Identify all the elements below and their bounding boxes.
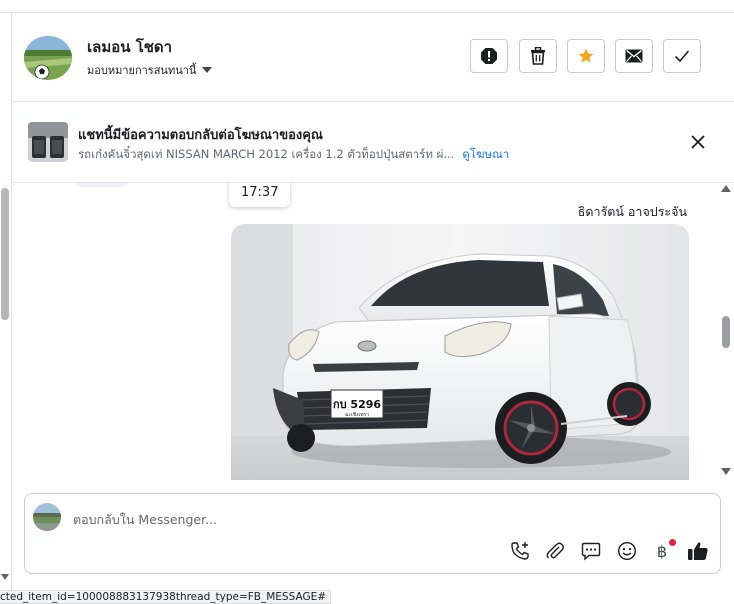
thread-scrollbar-thumb[interactable] — [722, 316, 730, 348]
conversation-header: เลมอน โชดา มอบหมายการสนทนานี้ — [12, 13, 734, 102]
view-ad-link[interactable]: ดูโฆษณา — [462, 147, 509, 161]
scroll-up-arrow-icon[interactable] — [721, 185, 731, 192]
saved-replies-icon — [581, 542, 601, 561]
close-banner-button[interactable] — [688, 132, 708, 152]
star-icon — [578, 48, 594, 63]
attach-button[interactable] — [544, 540, 566, 562]
close-icon — [691, 135, 705, 149]
message-thread[interactable]: 17:37 ธิดารัตน์ อาจประจัน กบ 5296 ฉะเชิง… — [12, 183, 722, 480]
email-button[interactable] — [615, 39, 653, 73]
left-scrollbar-thumb[interactable] — [1, 188, 9, 320]
assign-label: มอบหมายการสนทนานี้ — [87, 64, 197, 77]
saved-replies-button[interactable] — [580, 540, 602, 562]
email-icon — [625, 49, 643, 63]
attach-icon — [546, 542, 564, 559]
payment-button[interactable]: ฿ — [651, 539, 676, 562]
like-button[interactable] — [687, 540, 709, 562]
call-add-button[interactable] — [509, 540, 531, 562]
page-avatar — [33, 503, 61, 531]
reply-composer: ฿ — [24, 493, 721, 574]
mark-spam-button[interactable] — [470, 39, 508, 73]
notification-dot — [669, 539, 676, 546]
ad-thumbnail — [28, 122, 68, 162]
ad-description: รถเก๋งคันจิ๋วสุดเท่ NISSAN MARCH 2012 เค… — [78, 147, 455, 161]
call-add-icon — [511, 542, 529, 560]
license-plate-number: กบ 5296 — [333, 398, 381, 411]
assign-dropdown[interactable]: มอบหมายการสนทนานี้ — [87, 61, 213, 79]
ad-reply-banner: แชทนี้มีข้อความตอบกลับต่อโฆษณาของคุณ รถเ… — [12, 102, 734, 183]
trash-icon — [531, 47, 545, 65]
scroll-down-arrow-icon[interactable] — [1, 574, 9, 580]
previous-message-bubble — [74, 183, 130, 187]
emoji-icon — [617, 541, 637, 561]
star-button[interactable] — [567, 39, 605, 73]
ad-banner-title: แชทนี้มีข้อความตอบกลับต่อโฆษณาของคุณ — [78, 128, 323, 143]
contact-avatar[interactable] — [24, 36, 72, 80]
baht-payment-icon: ฿ — [656, 541, 668, 561]
contact-name[interactable]: เลมอน โชดา — [87, 35, 172, 59]
sender-name: ธิดารัตน์ อาจประจัน — [577, 204, 687, 219]
caret-down-icon — [202, 67, 213, 73]
license-plate-province: ฉะเชิงเทรา — [345, 411, 369, 418]
message-photo[interactable]: กบ 5296 ฉะเชิงเทรา — [231, 224, 689, 480]
spam-icon — [481, 48, 497, 64]
message-timestamp-tooltip: 17:37 — [229, 183, 291, 207]
ad-banner-subtitle: รถเก๋งคันจิ๋วสุดเท่ NISSAN MARCH 2012 เค… — [78, 146, 509, 164]
scroll-down-arrow-icon[interactable] — [721, 468, 731, 475]
emoji-button[interactable] — [616, 540, 638, 562]
reply-input[interactable] — [73, 510, 493, 528]
delete-button[interactable] — [519, 39, 557, 73]
thumbs-up-icon — [688, 542, 708, 560]
mark-done-button[interactable] — [663, 39, 701, 73]
check-icon — [674, 50, 690, 63]
